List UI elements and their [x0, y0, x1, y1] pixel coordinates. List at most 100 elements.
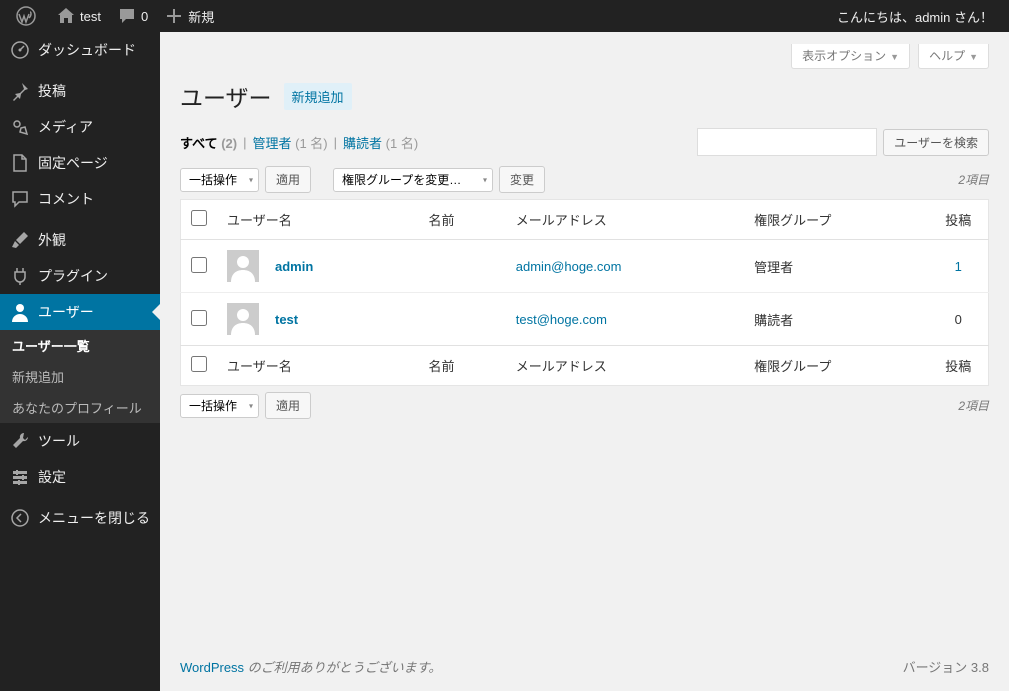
column-username[interactable]: ユーザー名	[217, 200, 419, 240]
username-link[interactable]: test	[275, 312, 298, 327]
new-label: 新規	[188, 7, 214, 26]
column-username[interactable]: ユーザー名	[217, 346, 419, 386]
sidebar-item-label: コメント	[38, 189, 94, 209]
sidebar-item-plugins[interactable]: プラグイン	[0, 258, 160, 294]
sidebar-item-pages[interactable]: 固定ページ	[0, 145, 160, 181]
sidebar-item-posts[interactable]: 投稿	[0, 73, 160, 109]
role-cell: 管理者	[744, 240, 928, 293]
apply-button-bottom[interactable]: 適用	[265, 392, 311, 419]
wp-logo-menu[interactable]	[8, 0, 48, 32]
wordpress-icon	[16, 6, 36, 26]
column-role[interactable]: 権限グループ	[744, 200, 928, 240]
submenu-item-add-new[interactable]: 新規追加	[0, 361, 160, 392]
plug-icon	[10, 266, 30, 286]
table-row: test test@hoge.com 購読者 0	[181, 293, 989, 346]
page-title: ユーザー	[180, 79, 272, 113]
items-count-bottom: 2項目	[958, 397, 989, 414]
name-cell	[419, 240, 506, 293]
submenu-users: ユーザー一覧 新規追加 あなたのプロフィール	[0, 330, 160, 423]
screen-options-button[interactable]: 表示オプション▼	[791, 44, 910, 69]
column-posts[interactable]: 投稿	[929, 346, 989, 386]
sidebar-item-comments[interactable]: コメント	[0, 181, 160, 217]
apply-button-top[interactable]: 適用	[265, 166, 311, 193]
site-name-menu[interactable]: test	[48, 0, 109, 32]
sidebar-item-label: ユーザー	[38, 302, 94, 322]
greeting: こんにちは、admin さん！	[837, 7, 993, 26]
role-cell: 購読者	[744, 293, 928, 346]
home-icon	[56, 6, 76, 26]
change-role-button[interactable]: 変更	[499, 166, 545, 193]
user-icon	[10, 302, 30, 322]
items-count-top: 2項目	[958, 171, 989, 188]
select-all-top[interactable]	[191, 210, 207, 226]
submenu-item-profile[interactable]: あなたのプロフィール	[0, 392, 160, 423]
avatar	[227, 250, 259, 282]
search-users-button[interactable]: ユーザーを検索	[883, 129, 989, 156]
dashboard-icon	[10, 40, 30, 60]
media-icon	[10, 117, 30, 137]
sidebar-item-label: 外観	[38, 230, 66, 250]
settings-icon	[10, 467, 30, 487]
row-checkbox[interactable]	[191, 310, 207, 326]
column-posts[interactable]: 投稿	[929, 200, 989, 240]
sidebar-item-label: 固定ページ	[38, 153, 108, 173]
sidebar-item-label: ダッシュボード	[38, 40, 136, 60]
chevron-down-icon: ▼	[969, 52, 978, 62]
username-link[interactable]: admin	[275, 259, 313, 274]
sidebar-item-users[interactable]: ユーザー	[0, 294, 160, 330]
new-content-menu[interactable]: 新規	[156, 0, 222, 32]
column-role[interactable]: 権限グループ	[744, 346, 928, 386]
admin-bar: test 0 新規 こんにちは、admin さん！	[0, 0, 1009, 32]
admin-sidebar: ダッシュボード 投稿 メディア 固定ページ コメント 外観 プラグイン ユーザー…	[0, 32, 160, 691]
table-row: admin admin@hoge.com 管理者 1	[181, 240, 989, 293]
bulk-action-select-top[interactable]: 一括操作	[180, 168, 259, 192]
plus-icon	[164, 6, 184, 26]
select-all-bottom[interactable]	[191, 356, 207, 372]
comments-count: 0	[141, 9, 148, 24]
add-new-user-button[interactable]: 新規追加	[284, 83, 352, 110]
sidebar-item-media[interactable]: メディア	[0, 109, 160, 145]
sidebar-item-label: 設定	[38, 467, 66, 487]
wrench-icon	[10, 431, 30, 451]
site-name: test	[80, 9, 101, 24]
change-role-select[interactable]: 権限グループを変更…	[333, 168, 493, 192]
filter-all[interactable]: すべて (2)	[180, 133, 237, 152]
collapse-label: メニューを閉じる	[38, 508, 150, 528]
pin-icon	[10, 81, 30, 101]
sidebar-item-appearance[interactable]: 外観	[0, 222, 160, 258]
column-name[interactable]: 名前	[419, 346, 506, 386]
column-email[interactable]: メールアドレス	[506, 200, 744, 240]
chevron-down-icon: ▼	[890, 52, 899, 62]
avatar	[227, 303, 259, 335]
email-link[interactable]: test@hoge.com	[516, 312, 607, 327]
column-email[interactable]: メールアドレス	[506, 346, 744, 386]
name-cell	[419, 293, 506, 346]
submenu-item-users-list[interactable]: ユーザー一覧	[0, 330, 160, 361]
admin-footer: WordPress のご利用ありがとうございます。 バージョン 3.8	[160, 642, 1009, 691]
brush-icon	[10, 230, 30, 250]
comment-icon	[10, 189, 30, 209]
collapse-menu[interactable]: メニューを閉じる	[0, 500, 160, 536]
row-checkbox[interactable]	[191, 257, 207, 273]
comment-icon	[117, 6, 137, 26]
collapse-icon	[10, 508, 30, 528]
sidebar-item-settings[interactable]: 設定	[0, 459, 160, 495]
help-button[interactable]: ヘルプ▼	[918, 44, 989, 69]
wordpress-link[interactable]: WordPress	[180, 660, 244, 675]
sidebar-item-label: プラグイン	[38, 266, 108, 286]
users-table: ユーザー名 名前 メールアドレス 権限グループ 投稿 admin admin@h…	[180, 199, 989, 386]
filter-subscriber[interactable]: 購読者 (1 名)	[343, 133, 418, 152]
comments-menu[interactable]: 0	[109, 0, 156, 32]
account-menu[interactable]: こんにちは、admin さん！	[829, 0, 1001, 32]
sidebar-item-label: メディア	[38, 117, 93, 137]
email-link[interactable]: admin@hoge.com	[516, 259, 622, 274]
page-icon	[10, 153, 30, 173]
posts-count-link[interactable]: 1	[955, 259, 962, 274]
filter-administrator[interactable]: 管理者 (1 名)	[252, 133, 327, 152]
sidebar-item-dashboard[interactable]: ダッシュボード	[0, 32, 160, 68]
sidebar-item-tools[interactable]: ツール	[0, 423, 160, 459]
search-users-input[interactable]	[697, 128, 877, 156]
bulk-action-select-bottom[interactable]: 一括操作	[180, 394, 259, 418]
version-text: バージョン 3.8	[903, 657, 989, 676]
column-name[interactable]: 名前	[419, 200, 506, 240]
